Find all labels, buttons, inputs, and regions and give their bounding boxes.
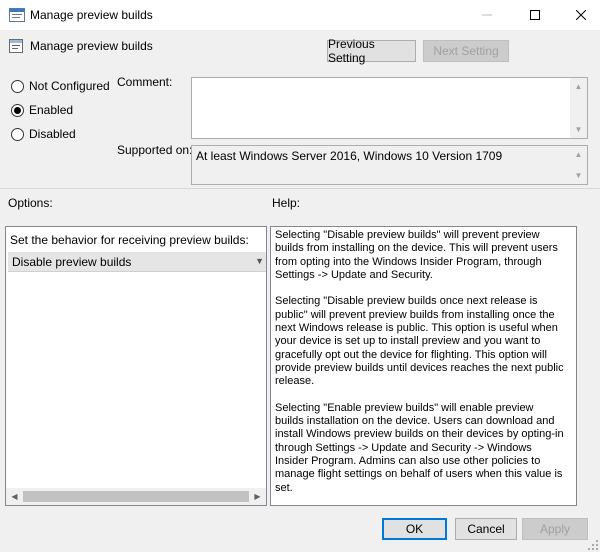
title-bar[interactable]: Manage preview builds: [0, 0, 600, 30]
radio-indicator: [11, 79, 24, 93]
radio-indicator: [11, 103, 24, 117]
radio-disabled[interactable]: Disabled: [11, 127, 76, 141]
previous-setting-button[interactable]: Previous Setting: [327, 37, 416, 65]
supported-on-label: Supported on:: [117, 143, 193, 157]
behavior-dropdown-value: Disable preview builds: [12, 255, 132, 269]
section-divider: [0, 188, 600, 189]
scroll-up-icon[interactable]: ▲: [570, 78, 587, 95]
help-paragraph: Selecting "Disable preview builds once n…: [275, 295, 564, 388]
supported-scrollbar[interactable]: ▲ ▼: [570, 146, 587, 184]
scroll-up-icon[interactable]: ▲: [570, 146, 587, 163]
options-heading: Options:: [8, 196, 53, 210]
scroll-left-icon[interactable]: ◀: [6, 488, 23, 505]
maximize-button[interactable]: [512, 0, 558, 30]
options-horizontal-scrollbar[interactable]: ◀ ▶: [6, 488, 266, 505]
minimize-icon: [482, 14, 492, 16]
policy-window-icon: [9, 8, 25, 22]
scrollbar-thumb[interactable]: [23, 491, 249, 502]
maximize-icon: [530, 10, 540, 20]
help-paragraph: Selecting "Disable preview builds" will …: [275, 229, 558, 281]
radio-enabled[interactable]: Enabled: [11, 103, 73, 117]
ok-button[interactable]: OK: [382, 518, 447, 540]
supported-on-value: At least Windows Server 2016, Windows 10…: [196, 149, 503, 163]
next-setting-button[interactable]: Next Setting: [423, 40, 509, 62]
scroll-right-icon[interactable]: ▶: [249, 488, 266, 505]
radio-label: Enabled: [29, 103, 74, 117]
comment-scrollbar[interactable]: ▲ ▼: [570, 78, 587, 138]
radio-not-configured[interactable]: Not Configured: [11, 79, 110, 93]
apply-button[interactable]: Apply: [522, 518, 588, 540]
cancel-button[interactable]: Cancel: [455, 518, 517, 540]
comment-label: Comment:: [117, 75, 173, 89]
radio-label: Not Configured: [29, 79, 110, 93]
help-panel: Selecting "Disable preview builds" will …: [270, 226, 577, 506]
help-text: Selecting "Disable preview builds" will …: [275, 229, 565, 508]
radio-indicator: [11, 127, 24, 141]
policy-dialog: Manage preview builds Manage preview bui…: [0, 0, 600, 552]
close-button[interactable]: [558, 0, 600, 30]
chevron-down-icon: ▼: [255, 256, 264, 266]
setting-title: Manage preview builds: [30, 39, 153, 53]
behavior-label: Set the behavior for receiving preview b…: [10, 233, 249, 247]
radio-label: Disabled: [29, 127, 76, 141]
resize-grip-icon[interactable]: [588, 540, 598, 550]
close-icon: [576, 10, 586, 20]
policy-setting-icon: [9, 39, 23, 53]
supported-on-field: At least Windows Server 2016, Windows 10…: [191, 145, 588, 185]
comment-textarea[interactable]: ▲ ▼: [191, 77, 588, 139]
window-title: Manage preview builds: [30, 8, 153, 22]
scroll-down-icon[interactable]: ▼: [570, 167, 587, 184]
help-heading: Help:: [272, 196, 301, 210]
minimize-button[interactable]: [464, 0, 510, 30]
behavior-dropdown[interactable]: Disable preview builds ▼: [8, 252, 266, 272]
options-panel: Set the behavior for receiving preview b…: [5, 226, 267, 506]
help-paragraph: Selecting "Enable preview builds" will e…: [275, 401, 564, 494]
scroll-down-icon[interactable]: ▼: [570, 121, 587, 138]
